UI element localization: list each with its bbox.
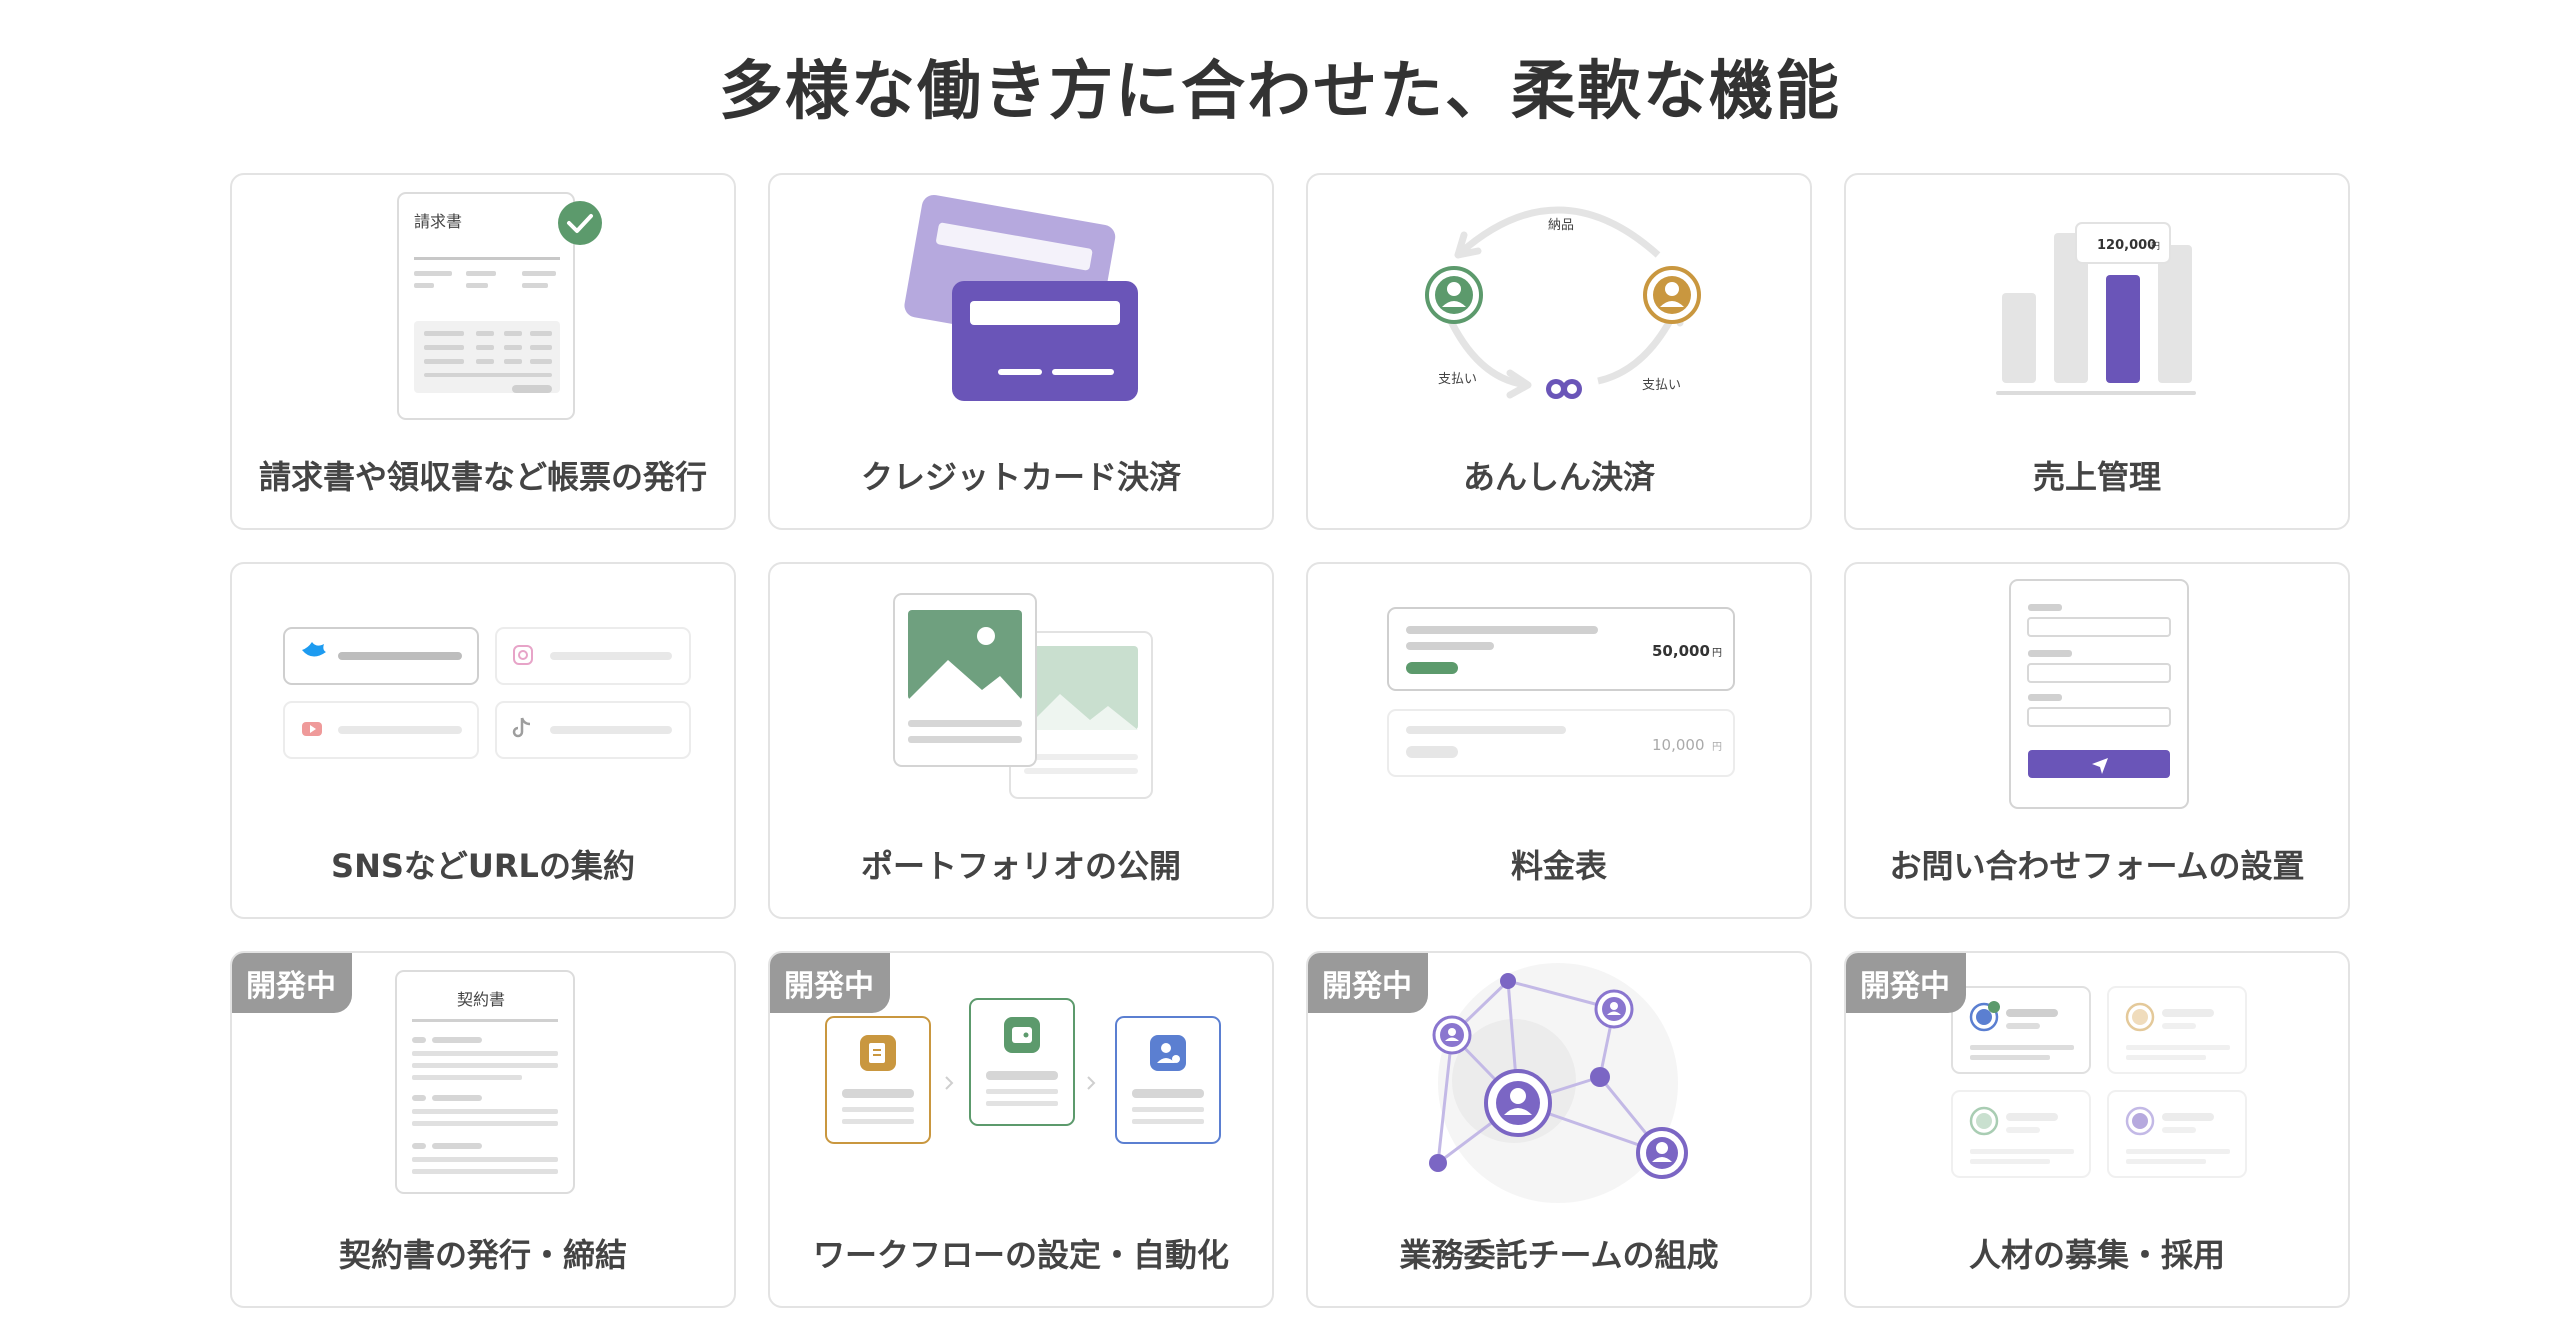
feature-grid: 請求書 請求書や領収書など帳票の発行 クレジットカード決済 納品 支払い 支払い…: [230, 173, 2350, 1308]
price-list-illustration: 50,000 円 10,000 円: [1308, 564, 1810, 824]
team-leader-icon: [1484, 1069, 1552, 1137]
portfolio-illustration: [770, 564, 1272, 824]
feature-label: SNSなどURLの集約: [331, 847, 635, 885]
feature-card-invoice[interactable]: 請求書 請求書や領収書など帳票の発行: [230, 173, 736, 530]
invoice-illustration: 請求書: [232, 175, 734, 435]
feature-card-team[interactable]: 開発中 業務委託チームの組成: [1306, 951, 1812, 1308]
sns-illustration: [232, 564, 734, 824]
contact-form-illustration: [1846, 564, 2348, 824]
youtube-icon: [302, 722, 322, 736]
feature-card-credit-card[interactable]: クレジットカード決済: [768, 173, 1274, 530]
team-user-icon: [1432, 1015, 1472, 1055]
in-development-badge: 開発中: [1846, 953, 1966, 1013]
page-title: 多様な働き方に合わせた、柔軟な機能: [719, 55, 1841, 129]
feature-label: 請求書や領収書など帳票の発行: [258, 458, 707, 496]
feature-label: 契約書の発行・締結: [338, 1236, 627, 1274]
wallet-icon: [1012, 1027, 1032, 1043]
escrow-logo-icon: [1546, 379, 1582, 399]
escrow-delivery-label: 納品: [1548, 218, 1574, 233]
sales-amount-unit: 円: [2151, 241, 2160, 252]
in-development-badge: 開発中: [770, 953, 890, 1013]
credit-card-illustration: [770, 175, 1272, 435]
feature-label: お問い合わせフォームの設置: [1889, 847, 2305, 885]
feature-label: 料金表: [1510, 847, 1607, 885]
feature-card-sales[interactable]: 120,000 円 売上管理: [1844, 173, 2350, 530]
contract-doc-title: 契約書: [457, 990, 505, 1009]
sales-amount: 120,000: [2097, 238, 2156, 253]
feature-card-contact-form[interactable]: お問い合わせフォームの設置: [1844, 562, 2350, 919]
document-icon: [869, 1043, 885, 1063]
sales-amount-tooltip: 120,000 円: [2075, 222, 2171, 264]
price-1-amount: 50,000: [1652, 642, 1710, 660]
feature-card-sns-links[interactable]: SNSなどURLの集約: [230, 562, 736, 919]
price-1-unit: 円: [1712, 648, 1722, 659]
feature-card-escrow[interactable]: 納品 支払い 支払い あんしん決済: [1306, 173, 1812, 530]
feature-card-price-list[interactable]: 50,000 円 10,000 円 料金表: [1306, 562, 1812, 919]
feature-card-workflow[interactable]: 開発中 ワークフローの設定・自動化: [768, 951, 1274, 1308]
escrow-payment-right-label: 支払い: [1642, 378, 1681, 393]
feature-label: 業務委託チームの組成: [1399, 1236, 1719, 1274]
feature-card-contract[interactable]: 開発中 契約書 契約書の発行・締結: [230, 951, 736, 1308]
escrow-illustration: 納品 支払い 支払い: [1308, 175, 1810, 435]
feature-card-portfolio[interactable]: ポートフォリオの公開: [768, 562, 1274, 919]
invoice-doc-title: 請求書: [414, 212, 462, 231]
feature-card-recruitment[interactable]: 開発中 人材の募集・採用: [1844, 951, 2350, 1308]
team-user-icon: [1636, 1127, 1688, 1179]
feature-label: クレジットカード決済: [860, 458, 1181, 496]
in-development-badge: 開発中: [232, 953, 352, 1013]
user-gold-icon: [1643, 266, 1701, 324]
escrow-payment-left-label: 支払い: [1438, 372, 1477, 387]
price-2-amount: 10,000: [1652, 736, 1705, 754]
feature-label: ワークフローの設定・自動化: [812, 1236, 1229, 1274]
sales-illustration: 120,000 円: [1846, 175, 2348, 435]
team-user-icon: [1594, 989, 1634, 1029]
in-development-badge: 開発中: [1308, 953, 1428, 1013]
feature-label: あんしん決済: [1462, 458, 1655, 496]
user-green-icon: [1425, 266, 1483, 324]
feature-label: 人材の募集・採用: [1968, 1236, 2225, 1274]
price-2-unit: 円: [1712, 742, 1722, 753]
feature-label: ポートフォリオの公開: [860, 847, 1181, 885]
feature-label: 売上管理: [2032, 458, 2161, 496]
check-icon: [558, 201, 602, 245]
